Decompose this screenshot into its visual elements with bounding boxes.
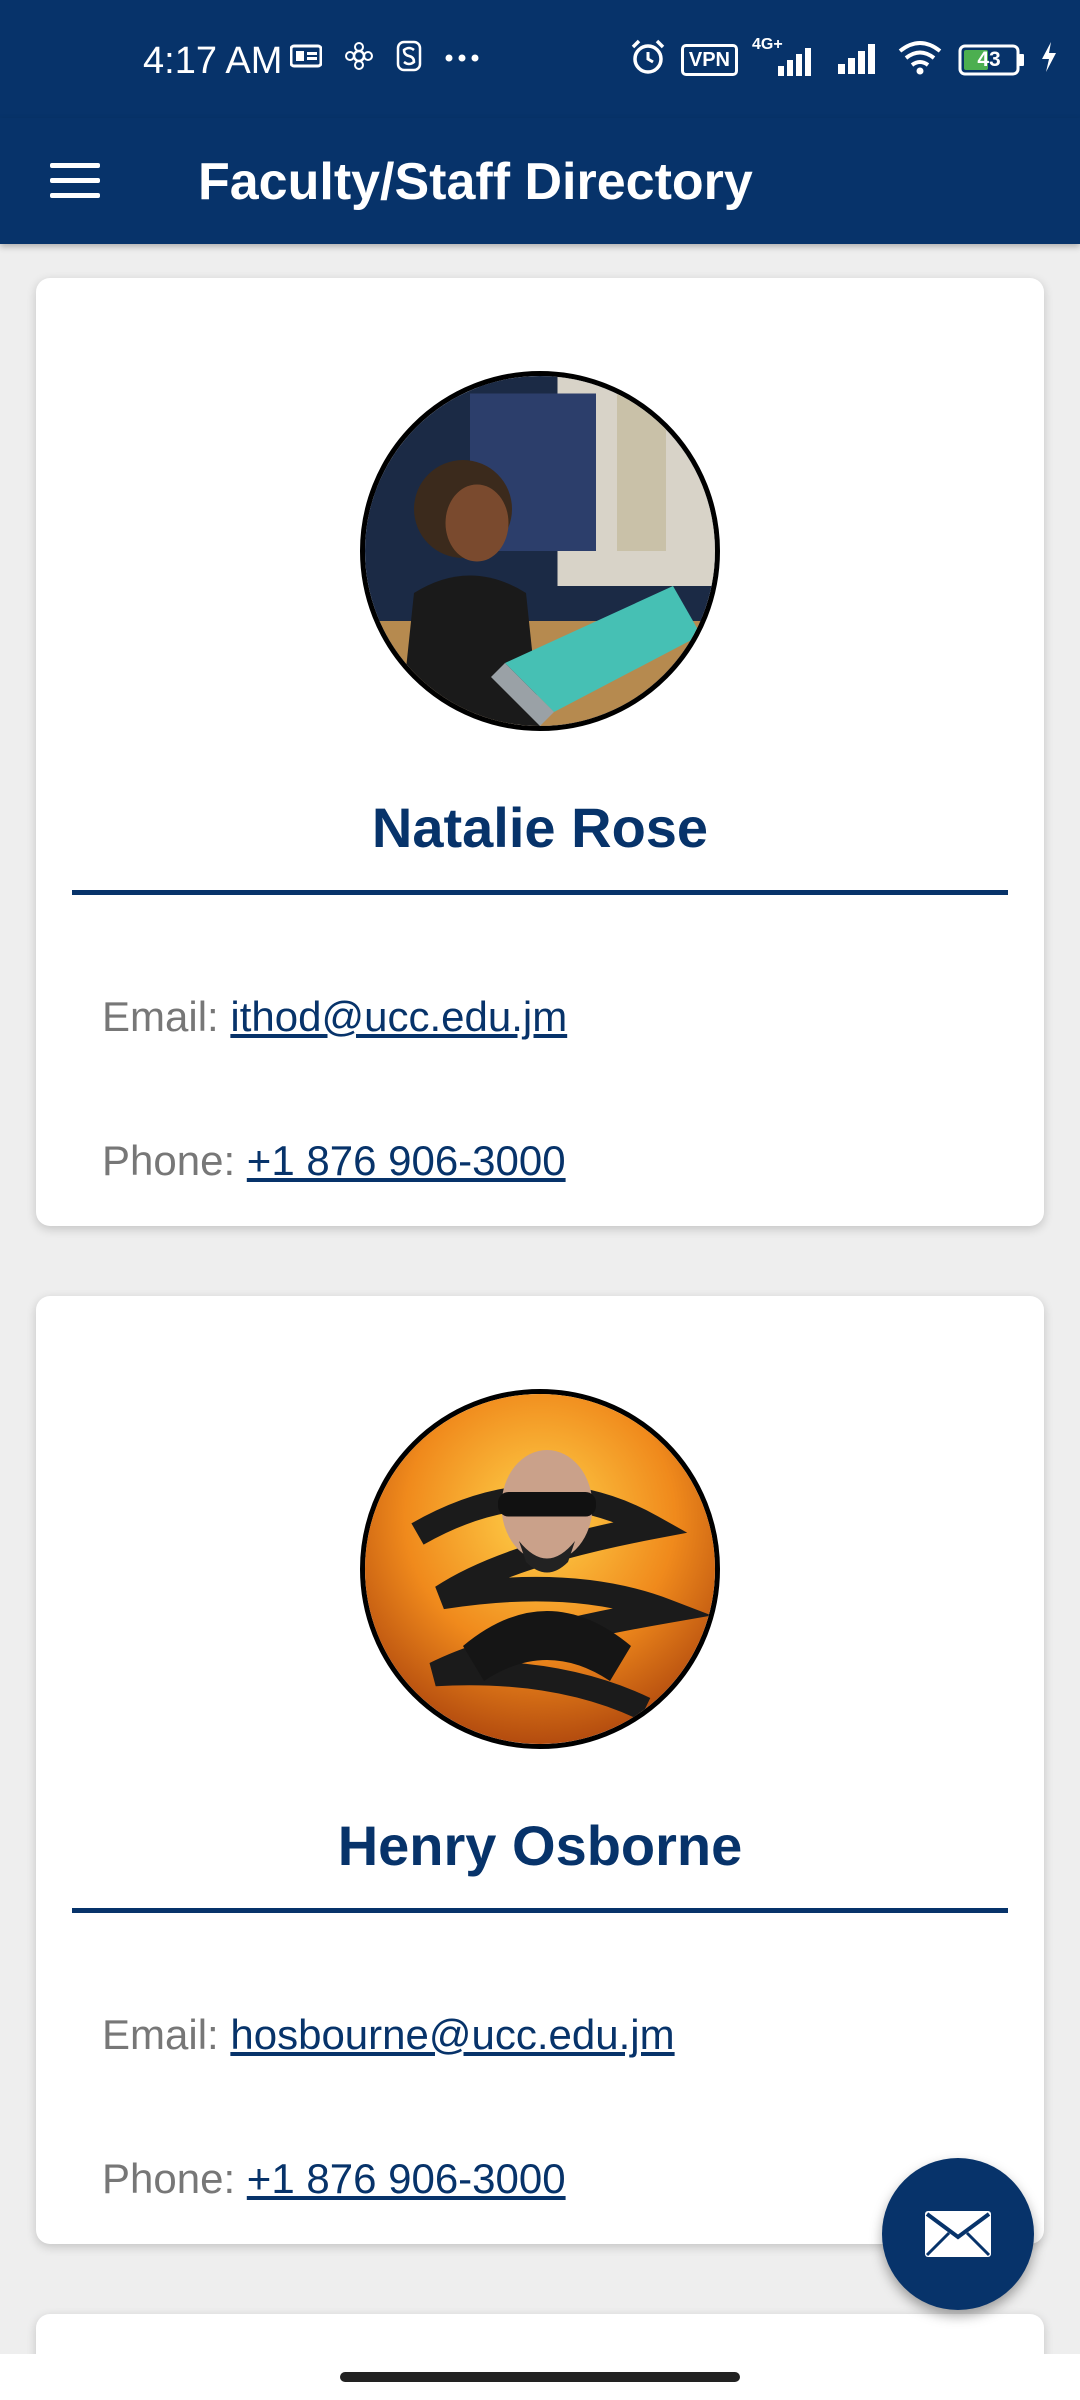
- menu-button[interactable]: [40, 148, 110, 214]
- battery-icon: 43: [958, 44, 1026, 76]
- signal-icon: 4G+: [752, 36, 822, 78]
- sim-card-icon: [289, 44, 323, 73]
- divider: [72, 1908, 1008, 1913]
- wifi-icon: [896, 39, 944, 80]
- battery-level: 43: [977, 47, 1001, 71]
- hamburger-menu-icon: [50, 163, 100, 198]
- contact-card: [36, 2314, 1044, 2354]
- contact-name: Henry Osborne: [337, 1814, 743, 1877]
- contact-card: Natalie Rose Email: ithod@ucc.edu.jm Pho…: [36, 278, 1044, 1226]
- status-bar: 4:17 AM VPN 4G+ 43: [0, 0, 1080, 118]
- avatar: [360, 371, 720, 731]
- home-gesture-handle[interactable]: [340, 2372, 740, 2382]
- signal-icon: [836, 40, 882, 79]
- avatar: [360, 1389, 720, 1749]
- email-row: Email: hosbourne@ucc.edu.jm: [102, 2010, 675, 2060]
- page-title: Faculty/Staff Directory: [198, 153, 753, 211]
- divider: [72, 890, 1008, 895]
- email-link[interactable]: hosbourne@ucc.edu.jm: [230, 2011, 674, 2058]
- status-time: 4:17 AM: [143, 40, 283, 82]
- directory-list[interactable]: Natalie Rose Email: ithod@ucc.edu.jm Pho…: [0, 244, 1080, 2354]
- settings-flower-icon: [344, 41, 374, 76]
- contact-card: Henry Osborne Email: hosbourne@ucc.edu.j…: [36, 1296, 1044, 2244]
- phone-link[interactable]: +1 876 906-3000: [247, 1137, 566, 1184]
- envelope-icon: [925, 2211, 991, 2257]
- contact-name: Natalie Rose: [371, 796, 709, 859]
- alarm-icon: [629, 38, 667, 81]
- phone-label: Phone:: [102, 2155, 236, 2202]
- app-bar: Faculty/Staff Directory: [0, 118, 1080, 244]
- more-dots-icon: [444, 50, 480, 68]
- s-app-icon: [396, 40, 422, 77]
- charging-icon: [1040, 41, 1058, 78]
- email-link[interactable]: ithod@ucc.edu.jm: [230, 993, 567, 1040]
- phone-row: Phone: +1 876 906-3000: [102, 1136, 566, 1186]
- email-label: Email:: [102, 2011, 219, 2058]
- email-label: Email:: [102, 993, 219, 1040]
- phone-label: Phone:: [102, 1137, 236, 1184]
- status-left-icons: [289, 40, 480, 77]
- phone-link[interactable]: +1 876 906-3000: [247, 2155, 566, 2202]
- system-nav-bar: [0, 2354, 1080, 2400]
- status-right-icons: VPN 4G+ 43: [629, 36, 1058, 81]
- email-row: Email: ithod@ucc.edu.jm: [102, 992, 567, 1042]
- vpn-icon: VPN: [680, 43, 738, 76]
- email-fab-button[interactable]: [882, 2158, 1034, 2310]
- phone-row: Phone: +1 876 906-3000: [102, 2154, 566, 2204]
